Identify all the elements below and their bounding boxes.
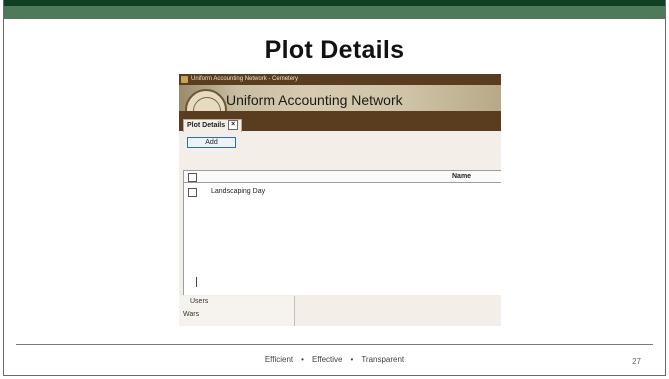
footer-separator: • <box>350 355 354 364</box>
add-button[interactable]: Add <box>187 137 236 148</box>
bottom-nav-list: Users Wars <box>179 296 295 326</box>
list-item-users[interactable]: Users <box>190 298 208 305</box>
grid-header: Name <box>184 171 501 183</box>
app-window-title: Uniform Accounting Network - Cemetery <box>191 76 299 82</box>
tab-plot-details[interactable]: Plot Details × <box>183 119 243 132</box>
bottom-pane: Users Wars <box>179 296 501 326</box>
tab-bar: Plot Details × <box>179 118 501 132</box>
slide: Plot Details Uniform Accounting Network … <box>3 0 666 376</box>
column-header-name[interactable]: Name <box>452 173 471 180</box>
banner-strip <box>179 111 501 118</box>
footer-item-effective: Effective <box>311 355 343 364</box>
footer-item-transparent: Transparent <box>361 355 405 364</box>
app-icon <box>181 76 188 83</box>
grid-resize-handle[interactable] <box>196 277 197 287</box>
tab-label: Plot Details <box>187 122 226 129</box>
footer-item-efficient: Efficient <box>264 355 294 364</box>
row-checkbox[interactable] <box>188 188 197 197</box>
app-titlebar: Uniform Accounting Network - Cemetery <box>179 74 501 85</box>
banner-title: Uniform Accounting Network <box>226 92 403 108</box>
app-window: Uniform Accounting Network - Cemetery Un… <box>179 74 501 326</box>
slide-title: Plot Details <box>264 36 405 64</box>
table-row[interactable]: Landscaping Day <box>184 187 501 198</box>
row-name: Landscaping Day <box>211 188 266 195</box>
close-icon[interactable]: × <box>228 120 239 131</box>
select-all-checkbox[interactable] <box>188 173 197 182</box>
footer-separator: • <box>301 355 304 364</box>
slide-footer: Efficient • Effective • Transparent <box>4 355 665 364</box>
app-banner: Uniform Accounting Network <box>179 85 501 131</box>
slide-number: 27 <box>632 357 641 366</box>
list-item-wars[interactable]: Wars <box>183 311 199 318</box>
slide-top-accent-bar <box>4 6 665 19</box>
plot-details-grid: Name Landscaping Day <box>183 170 501 295</box>
footer-divider <box>16 344 653 345</box>
